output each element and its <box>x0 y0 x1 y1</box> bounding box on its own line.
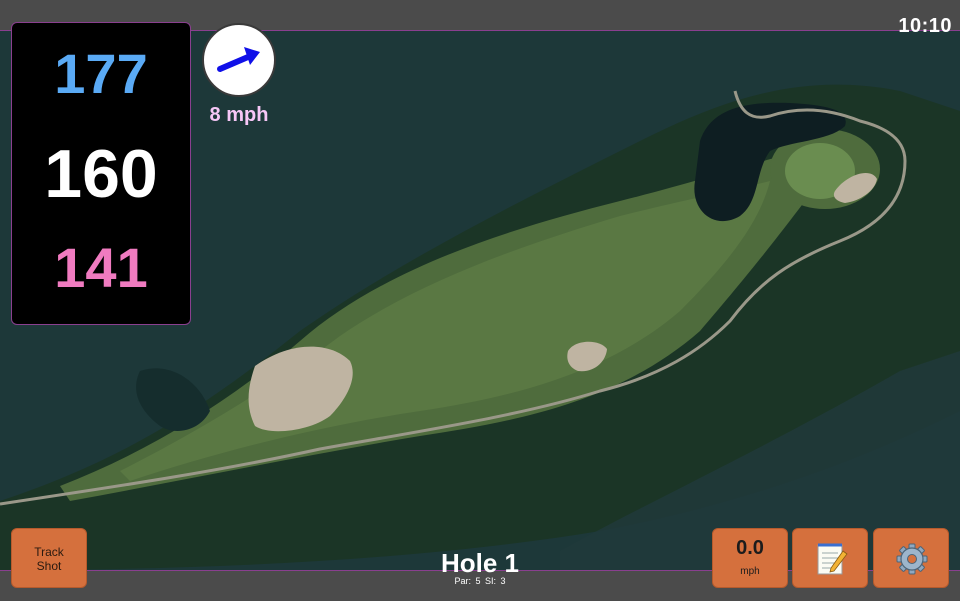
gear-icon <box>896 543 928 575</box>
back-of-green-distance: 177 <box>54 42 148 105</box>
yardage-panel: 177 160 141 <box>11 22 191 325</box>
track-shot-button[interactable]: Track Shot <box>11 528 87 588</box>
wind-indicator <box>202 23 276 97</box>
notepad-icon <box>817 543 848 575</box>
front-of-green-distance: 141 <box>54 236 148 299</box>
speed-button[interactable]: 0.0 mph <box>712 528 788 588</box>
track-shot-label-line1: Track <box>34 545 64 559</box>
stroke-index-label: SI: 3 <box>485 576 506 586</box>
hole-title: Hole 1 <box>440 548 520 578</box>
wind-arrow-icon <box>217 47 260 72</box>
par-label: Par: 5 <box>454 576 481 586</box>
speed-unit: mph <box>740 566 760 577</box>
track-shot-label-line2: Shot <box>36 559 62 573</box>
clock: 10:10 <box>898 15 952 37</box>
notes-button[interactable] <box>792 528 868 588</box>
hole-info: Par: 5 SI: 3 <box>380 576 580 586</box>
settings-button[interactable] <box>873 528 949 588</box>
middle-of-green-distance: 160 <box>44 136 158 212</box>
wind-speed-label: 8 mph <box>209 104 269 126</box>
speed-value: 0.0 <box>736 537 764 559</box>
